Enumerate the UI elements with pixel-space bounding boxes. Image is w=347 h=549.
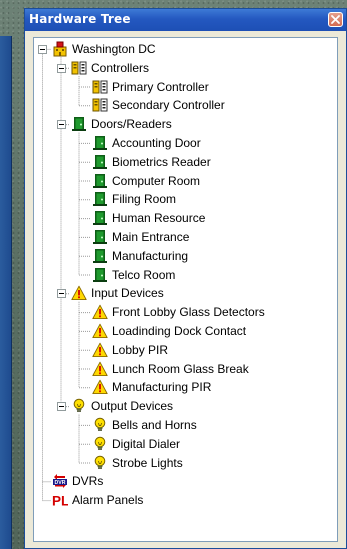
svg-text:DVR: DVR — [55, 480, 66, 486]
tree-node-alarm-panels[interactable]: PL Alarm Panels — [52, 491, 143, 509]
tree-node-biometrics-reader[interactable]: Biometrics Reader — [92, 153, 211, 171]
controller-icon — [92, 97, 108, 113]
door-icon — [92, 173, 108, 189]
door-icon — [92, 154, 108, 170]
tree-node-label: DVRs — [72, 474, 104, 489]
tree-node-input-devices[interactable]: Input Devices — [71, 284, 164, 302]
tree-node-label: Lobby PIR — [112, 342, 169, 357]
tree-node-primary-controller[interactable]: Primary Controller — [92, 78, 209, 96]
tree-node-label: Doors/Readers — [91, 117, 172, 132]
tree-node-label: Biometrics Reader — [112, 154, 211, 169]
tree-node-manufacturing[interactable]: Manufacturing — [92, 247, 188, 265]
bulb-icon — [92, 436, 108, 452]
tree-node-filing-room[interactable]: Filing Room — [92, 190, 176, 208]
bulb-icon — [92, 417, 108, 433]
tree-node-human-resource[interactable]: Human Resource — [92, 209, 205, 227]
tree-node-main-entrance[interactable]: Main Entrance — [92, 228, 189, 246]
tree-node-doors-readers[interactable]: Doors/Readers — [71, 115, 172, 133]
warning-icon — [92, 342, 108, 358]
controller-icon — [92, 79, 108, 95]
expander-washington-dc[interactable] — [38, 44, 47, 54]
tree-node-label: Output Devices — [91, 399, 174, 414]
hardware-tree[interactable]: Washington DC Controllers Primary Controll… — [33, 37, 338, 542]
close-button[interactable] — [328, 12, 343, 27]
building-icon — [52, 41, 68, 57]
door-icon — [92, 135, 108, 151]
tree-node-label: Digital Dialer — [112, 436, 181, 451]
tree-node-label: Washington DC — [72, 42, 156, 56]
tree-node-digital-dialer[interactable]: Digital Dialer — [92, 435, 180, 453]
tree-node-front-lobby-glass-detectors[interactable]: Front Lobby Glass Detectors — [92, 303, 265, 321]
tree-node-label: Primary Controller — [112, 79, 209, 94]
tree-node-lobby-pir[interactable]: Lobby PIR — [92, 341, 168, 359]
tree-node-label: Telco Room — [112, 267, 176, 282]
tree-node-computer-room[interactable]: Computer Room — [92, 172, 200, 190]
door-icon — [92, 229, 108, 245]
tree-node-lunch-room-glass-break[interactable]: Lunch Room Glass Break — [92, 360, 249, 378]
tree-node-label: Manufacturing PIR — [112, 380, 212, 395]
window-title: Hardware Tree — [29, 12, 131, 26]
controller-icon — [71, 60, 87, 76]
tree-node-label: Lunch Room Glass Break — [112, 361, 249, 376]
close-icon — [331, 15, 340, 24]
tree-node-label: Controllers — [91, 60, 150, 75]
tree-node-label: Manufacturing — [112, 248, 189, 263]
bulb-icon — [71, 398, 87, 414]
tree-node-label: Accounting Door — [112, 136, 201, 150]
tree-node-label: Filing Room — [112, 192, 177, 207]
tree-node-label: Secondary Controller — [112, 98, 225, 113]
tree-node-accounting-door[interactable]: Accounting Door — [92, 134, 201, 152]
tree-node-label: Strobe Lights — [112, 455, 183, 470]
door-icon — [92, 210, 108, 226]
tree-node-label: Bells and Horns — [112, 418, 197, 432]
warning-icon — [92, 323, 108, 339]
tree-node-bells-and-horns[interactable]: Bells and Horns — [92, 416, 197, 434]
door-icon — [92, 267, 108, 283]
expander-input-devices[interactable] — [56, 289, 66, 299]
title-bar[interactable]: Hardware Tree — [25, 9, 346, 31]
hardware-tree-window: Hardware Tree Washington DC Controllers Pr… — [24, 8, 347, 549]
warning-icon — [92, 304, 108, 320]
tree-node-washington-dc[interactable]: Washington DC — [52, 40, 156, 58]
background-window-edge — [0, 36, 12, 549]
tree-node-controllers[interactable]: Controllers — [71, 59, 149, 77]
svg-text:PL: PL — [52, 494, 68, 509]
expander-doors-readers[interactable] — [56, 120, 66, 130]
alarm-panel-icon: PL — [52, 492, 68, 509]
warning-icon — [92, 379, 108, 395]
tree-node-manufacturing-pir[interactable]: Manufacturing PIR — [92, 378, 211, 396]
expander-controllers[interactable] — [56, 63, 66, 73]
door-icon — [92, 248, 108, 264]
tree-node-label: Human Resource — [112, 211, 206, 226]
door-icon — [92, 191, 108, 207]
tree-node-label: Computer Room — [112, 173, 201, 188]
tree-node-label: Front Lobby Glass Detectors — [112, 305, 265, 320]
tree-node-telco-room[interactable]: Telco Room — [92, 266, 175, 284]
dvr-icon: DVR — [52, 473, 68, 489]
tree-node-loadinding-dock-contact[interactable]: Loadinding Dock Contact — [92, 322, 246, 340]
tree-node-secondary-controller[interactable]: Secondary Controller — [92, 96, 225, 114]
tree-node-strobe-lights[interactable]: Strobe Lights — [92, 454, 183, 472]
tree-node-output-devices[interactable]: Output Devices — [71, 397, 173, 415]
door-icon — [71, 116, 87, 132]
tree-node-dvrs[interactable]: DVR DVRs — [52, 472, 103, 490]
expander-output-devices[interactable] — [56, 402, 66, 412]
warning-icon — [71, 285, 87, 301]
tree-node-label: Alarm Panels — [72, 493, 144, 508]
warning-icon — [92, 361, 108, 377]
tree-node-label: Main Entrance — [112, 230, 190, 244]
bulb-icon — [92, 455, 108, 471]
tree-node-label: Loadinding Dock Contact — [112, 324, 247, 338]
tree-node-label: Input Devices — [91, 286, 164, 301]
